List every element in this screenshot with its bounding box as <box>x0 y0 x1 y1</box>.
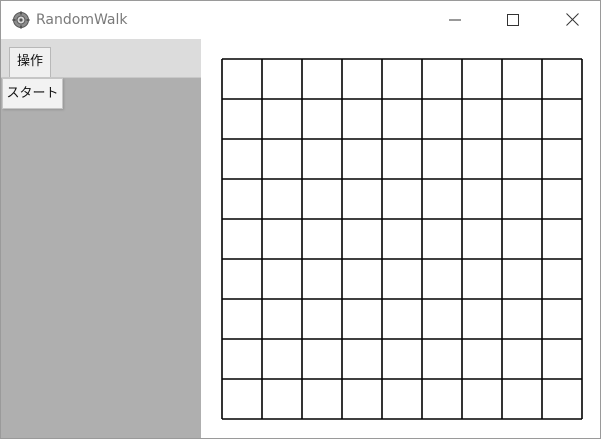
tab-operation[interactable]: 操作 <box>9 47 51 77</box>
walk-grid[interactable] <box>201 39 600 438</box>
control-panel: 操作 スタート <box>1 39 201 438</box>
maximize-icon <box>507 11 519 30</box>
close-button[interactable] <box>549 1 595 39</box>
start-menu-item[interactable]: スタート <box>2 78 63 109</box>
app-window: RandomWalk 操作 スタート <box>0 0 601 439</box>
close-icon <box>565 11 579 30</box>
title-bar[interactable]: RandomWalk <box>1 1 600 39</box>
maximize-button[interactable] <box>490 1 536 39</box>
window-title: RandomWalk <box>36 12 128 28</box>
tab-strip: 操作 <box>1 39 201 78</box>
grid-background <box>222 59 582 419</box>
minimize-icon <box>449 11 461 30</box>
minimize-button[interactable] <box>432 1 478 39</box>
walk-board-area <box>201 39 600 438</box>
app-gear-icon <box>12 11 30 29</box>
